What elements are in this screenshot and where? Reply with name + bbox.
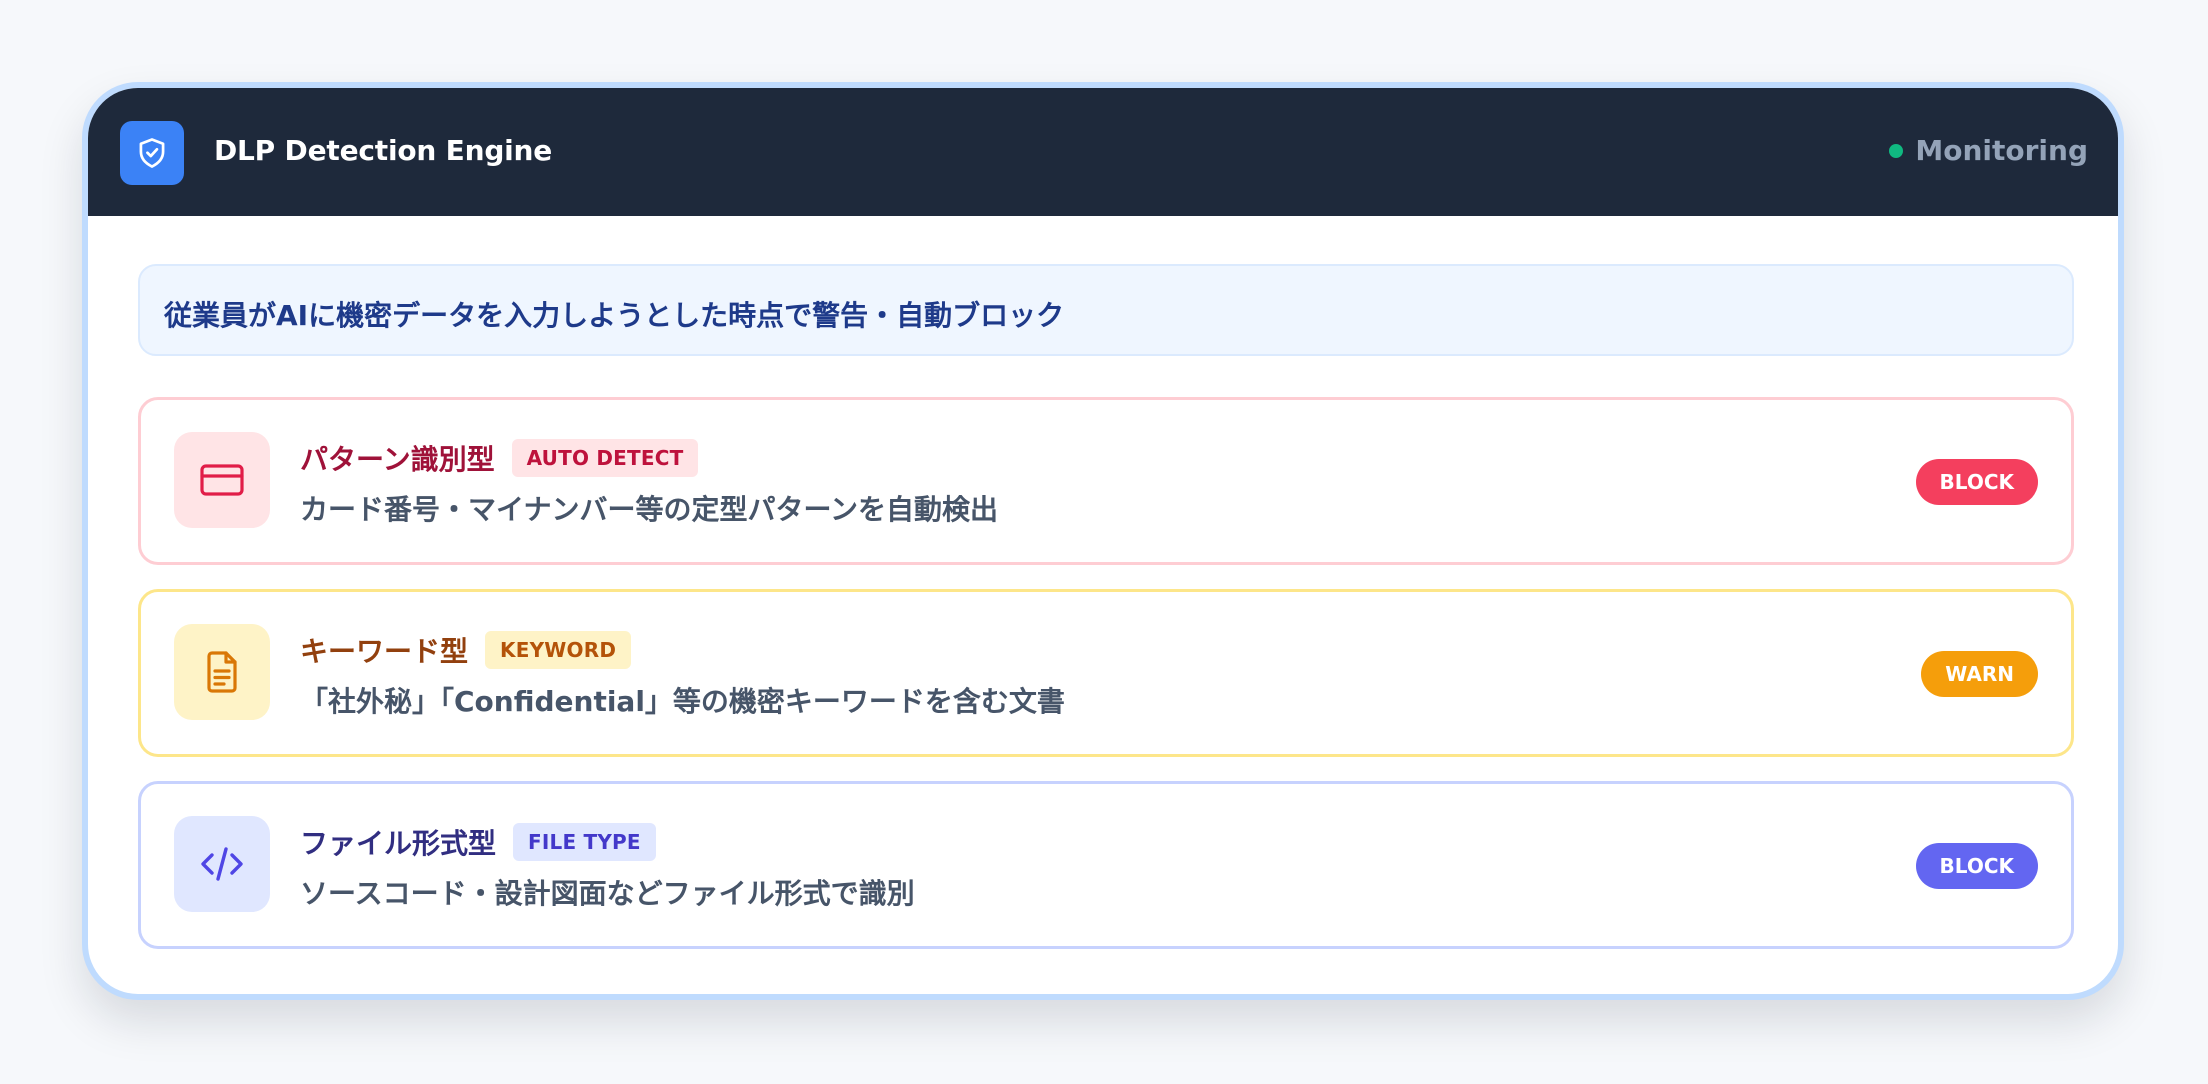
rule-tag: AUTO DETECT (511, 439, 699, 477)
rule-title: ファイル形式型 (300, 827, 497, 860)
rule-description: カード番号・マイナンバー等の定型パターンを自動検出 (300, 493, 999, 526)
document-text-icon (174, 624, 270, 720)
block-badge: BLOCK (1915, 843, 2038, 889)
status-dot-icon (1889, 143, 1904, 158)
rule-card-keyword[interactable]: キーワード型 KEYWORD 「社外秘」「Confidential」等の機密キー… (138, 589, 2074, 757)
rule-card-pattern[interactable]: パターン識別型 AUTO DETECT カード番号・マイナンバー等の定型パターン… (138, 397, 2074, 565)
rule-title: キーワード型 (300, 635, 469, 668)
rule-heading: ファイル形式型 FILE TYPE (300, 822, 656, 862)
banner-text: 従業員がAIに機密データを入力しようとした時点で警告・自動ブロック (164, 299, 1065, 332)
info-banner: 従業員がAIに機密データを入力しようとした時点で警告・自動ブロック (138, 264, 2074, 356)
code-icon (174, 816, 270, 912)
warn-badge: WARN (1921, 651, 2038, 697)
rule-description: ソースコード・設計図面などファイル形式で識別 (300, 877, 915, 910)
rule-card-file-type[interactable]: ファイル形式型 FILE TYPE ソースコード・設計図面などファイル形式で識別… (138, 781, 2074, 949)
rule-description: 「社外秘」「Confidential」等の機密キーワードを含む文書 (300, 685, 1065, 718)
shield-check-icon (120, 121, 184, 185)
status-label: Monitoring (1915, 134, 2088, 167)
rule-tag: FILE TYPE (513, 823, 656, 861)
rule-title: パターン識別型 (300, 443, 495, 476)
rule-tag: KEYWORD (485, 631, 632, 669)
rule-heading: キーワード型 KEYWORD (300, 630, 632, 670)
credit-card-icon (174, 432, 270, 528)
header-bar: DLP Detection Engine Monitoring (88, 88, 2118, 216)
block-badge: BLOCK (1915, 459, 2038, 505)
dlp-engine-card: DLP Detection Engine Monitoring 従業員がAIに機… (82, 82, 2124, 1000)
rule-heading: パターン識別型 AUTO DETECT (300, 438, 699, 478)
app-title: DLP Detection Engine (214, 134, 553, 167)
monitoring-status: Monitoring (1889, 134, 2088, 167)
